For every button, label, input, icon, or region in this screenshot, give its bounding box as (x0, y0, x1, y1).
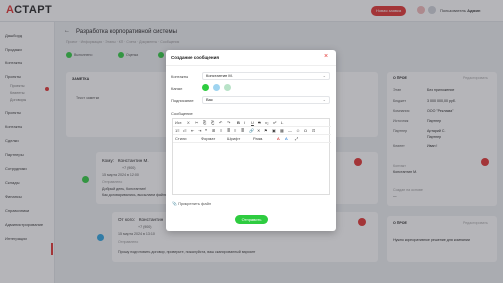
create-message-modal: Создание сообщения × Контакты Константин… (166, 50, 336, 231)
send-button[interactable]: Отправить (235, 215, 268, 224)
editor-toolbar: Ист. Х ✂ ⎘ ⎗ ↶ ↷ B I U S x₂ x² I̶ (173, 119, 331, 127)
maximize-button[interactable]: ⤢ (295, 136, 298, 141)
div-button[interactable]: ⊞ (212, 128, 215, 133)
outdent-button[interactable]: ⇤ (191, 128, 194, 133)
close-icon[interactable]: × (324, 53, 328, 60)
quote-button[interactable]: ❝ (205, 128, 207, 133)
align-center-button[interactable]: ≣ (227, 128, 230, 133)
sign-select[interactable]: Вас ⌄ (202, 96, 330, 104)
link-button[interactable]: 🔗 (249, 128, 254, 133)
align-right-button[interactable]: ≡ (234, 128, 236, 133)
editor-toolbar: Стили Формат Шрифт Разм. A A ⤢ (173, 135, 331, 143)
bg-color-button[interactable]: A (285, 136, 288, 141)
sign-label: Подписание (171, 98, 194, 103)
remove-format-button[interactable]: Х (187, 120, 190, 125)
contacts-label: Контакты (171, 74, 189, 79)
image-button[interactable]: ▣ (272, 128, 276, 133)
bullet-list-button[interactable]: •≡ (183, 128, 187, 133)
anchor-button[interactable]: ⚑ (264, 128, 268, 133)
redo-button[interactable]: ↷ (227, 120, 230, 125)
undo-button[interactable]: ↶ (219, 120, 222, 125)
indent-button[interactable]: ⇥ (198, 128, 201, 133)
text-color-button[interactable]: A (277, 136, 280, 141)
align-left-button[interactable]: ≡ (220, 128, 222, 133)
format-select[interactable]: Формат (201, 136, 215, 141)
table-button[interactable]: ▦ (280, 128, 284, 133)
telegram-icon[interactable] (213, 84, 220, 91)
special-char-button[interactable]: Ω (304, 128, 307, 133)
numbered-list-button[interactable]: 1≡ (175, 128, 180, 133)
whatsapp-icon[interactable] (202, 84, 209, 91)
message-label: Сообщение (171, 111, 193, 116)
message-editor[interactable]: Ист. Х ✂ ⎘ ⎗ ↶ ↷ B I U S x₂ x² I̶ 1≡ •≡ … (172, 118, 331, 195)
clear-style-button[interactable]: I̶ (281, 120, 282, 125)
superscript-button[interactable]: x² (273, 120, 276, 125)
cut-button[interactable]: ✂ (195, 120, 198, 125)
chevron-down-icon: ⌄ (322, 97, 326, 102)
contacts-select[interactable]: Константин М. ⌄ (202, 72, 330, 80)
copy-button[interactable]: ⎘ (203, 120, 206, 125)
strike-button[interactable]: S (258, 120, 261, 125)
underline-button[interactable]: U (251, 120, 254, 125)
divider (166, 65, 336, 66)
styles-select[interactable]: Стили (175, 136, 187, 141)
chevron-down-icon: ⌄ (322, 73, 326, 78)
paste-button[interactable]: ⎗ (211, 120, 214, 125)
iframe-button[interactable]: ⊡ (312, 128, 315, 133)
channel-label: Канал (171, 86, 183, 91)
italic-button[interactable]: I (244, 120, 245, 125)
attach-file-link[interactable]: 📎 Прикрепить файл (172, 201, 211, 206)
unlink-button[interactable]: ✕ (257, 128, 260, 133)
smiley-button[interactable]: ☺ (296, 128, 300, 133)
size-select[interactable]: Разм. (253, 136, 263, 141)
modal-title: Создание сообщения (171, 55, 219, 60)
source-button[interactable]: Ист. (175, 120, 182, 125)
justify-button[interactable]: ≣ (241, 128, 244, 133)
font-select[interactable]: Шрифт (227, 136, 240, 141)
subscript-button[interactable]: x₂ (265, 120, 269, 125)
editor-toolbar: 1≡ •≡ ⇤ ⇥ ❝ ⊞ ≡ ≣ ≡ ≣ 🔗 ✕ ⚑ ▣ ▦ ― ☺ Ω ⊡ (173, 127, 331, 135)
viber-icon[interactable] (224, 84, 231, 91)
hr-button[interactable]: ― (288, 128, 292, 133)
bold-button[interactable]: B (237, 120, 240, 125)
